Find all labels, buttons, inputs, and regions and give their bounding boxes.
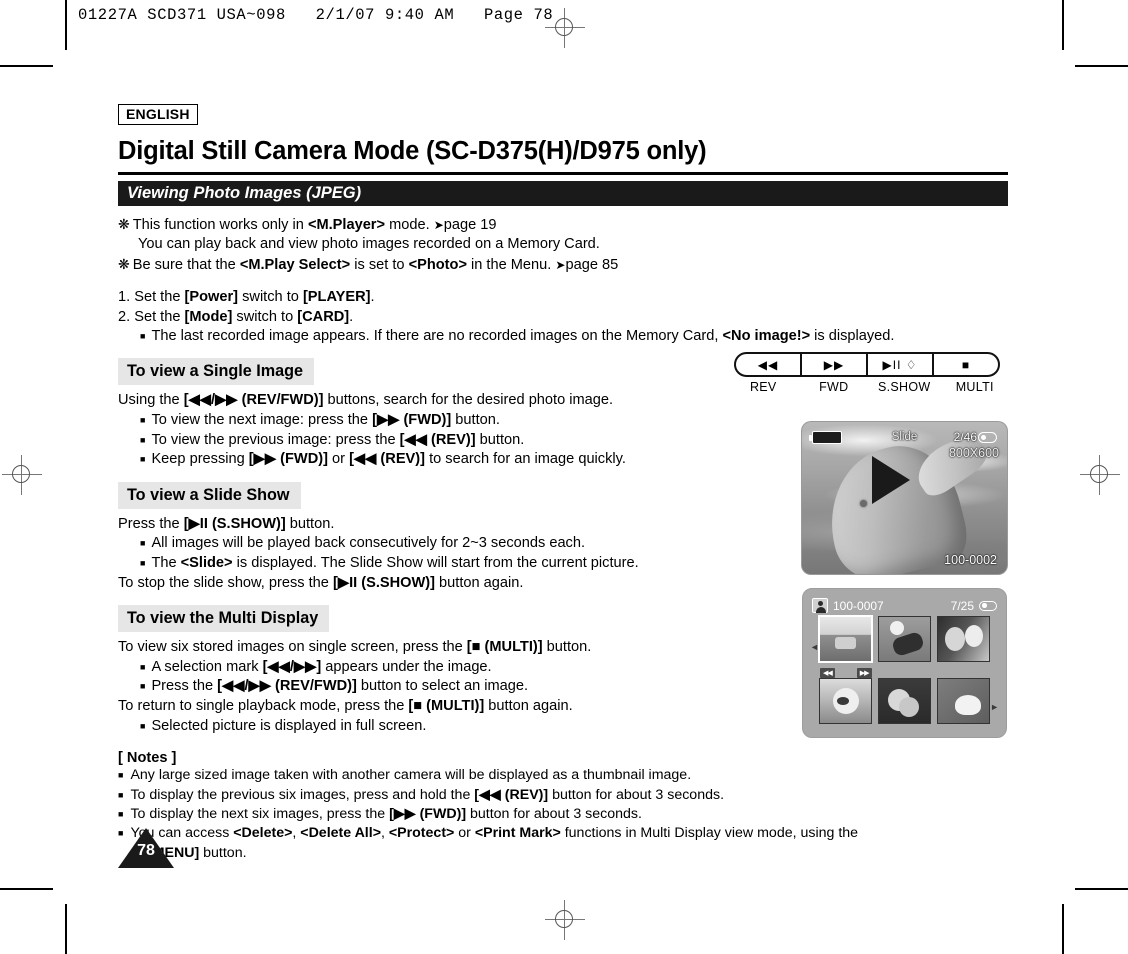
section-heading-single-image: To view a Single Image <box>118 358 315 386</box>
note-4: ■ You can access <Delete>, <Delete All>, … <box>118 825 859 842</box>
square-bullet-icon: ■ <box>140 558 146 568</box>
thumbnail-dog[interactable] <box>819 678 872 724</box>
multi-header-left: 100-0007 <box>812 598 884 613</box>
multi-display-stage: ◄ ► ◀◀ ▶▶ <box>809 615 1000 724</box>
intro-line-2: You can play back and view photo images … <box>138 236 600 253</box>
step-2-bullet: ■ The last recorded image appears. If the… <box>140 328 895 345</box>
button-strip-shell: ◀◀ ▶▶ ▶II ♢ ■ <box>734 352 1000 377</box>
thumbnail-lotus-flower[interactable] <box>937 678 990 724</box>
registration-mark-right <box>1080 455 1120 495</box>
crop-mark-bottom-right-vertical <box>1062 904 1064 954</box>
rev-button[interactable]: ◀◀ <box>736 354 802 375</box>
square-bullet-icon: ■ <box>118 789 124 800</box>
crop-mark-top-right-vertical <box>1062 0 1064 50</box>
section-heading-slide-show: To view a Slide Show <box>118 481 301 509</box>
clover-icon: ❋ <box>118 216 130 232</box>
clover-icon-2: ❋ <box>118 255 130 272</box>
square-bullet-icon: ■ <box>140 415 146 426</box>
multi-header-right: 7/25 <box>951 599 997 613</box>
square-bullet-icon: ■ <box>118 808 124 819</box>
language-badge: ENGLISH <box>118 104 198 125</box>
thumbnail-soccer[interactable] <box>878 616 931 662</box>
multi-display-header: 100-0007 7/25 <box>809 595 1000 616</box>
note-2: ■ To display the previous six images, pre… <box>118 786 725 803</box>
button-strip-labels: REV FWD S.SHOW MULTI <box>728 380 1010 394</box>
sshow-button[interactable]: ▶II ♢ <box>868 354 934 375</box>
image-resolution-label: 800X600 <box>948 446 999 460</box>
page-number-value: 78 <box>137 842 155 859</box>
thumbnail-mother-and-child[interactable] <box>937 616 990 662</box>
registration-mark-bottom <box>545 900 585 940</box>
square-bullet-icon: ■ <box>118 770 124 781</box>
thumbnail-cosmos-flowers[interactable] <box>878 678 931 724</box>
multi-image-counter: 7/25 <box>950 598 974 613</box>
registration-mark-left <box>2 455 42 495</box>
image-file-name: 100-0002 <box>944 553 997 567</box>
multi-button-label: MULTI <box>955 380 994 394</box>
memory-card-icon <box>979 600 997 611</box>
multi-file-name: 100-0007 <box>833 598 884 613</box>
crop-mark-top-right-horizontal <box>1075 65 1128 67</box>
lcd-single-image-preview: Slide 2/46 800X600 100-0002 <box>802 422 1007 574</box>
fwd-button[interactable]: ▶▶ <box>802 354 868 375</box>
intro-block: ❋ This function works only in <M.Player> … <box>118 215 1008 346</box>
note-1: ■ Any large sized image taken with anothe… <box>118 767 692 784</box>
fwd-button-label: FWD <box>819 380 849 394</box>
step-2: 2. Set the [Mode] switch to [CARD]. <box>118 308 354 325</box>
square-bullet-icon: ■ <box>140 681 146 692</box>
intro-line-3: ❋ Be sure that the <M.Play Select> is set… <box>118 255 619 273</box>
square-bullet-icon: ■ <box>140 434 146 445</box>
selection-mark-fwd[interactable]: ▶▶ <box>856 668 872 678</box>
crop-mark-bottom-right-horizontal <box>1075 888 1128 890</box>
previous-page-arrow-icon[interactable]: ◄ <box>810 642 819 652</box>
crop-mark-bottom-left-horizontal <box>0 888 53 890</box>
rev-button-label: REV <box>749 380 777 394</box>
crop-mark-top-left-horizontal <box>0 65 53 67</box>
notes-list: ■ Any large sized image taken with anothe… <box>118 766 1008 863</box>
square-bullet-icon: ■ <box>140 331 146 342</box>
square-bullet-icon: ■ <box>140 661 146 672</box>
square-bullet-icon: ■ <box>140 538 146 549</box>
page-title: Digital Still Camera Mode (SC-D375(H)/D9… <box>118 137 707 165</box>
slide-show-play-indicator-icon <box>872 456 910 504</box>
note-3: ■ To display the next six images, press t… <box>118 805 642 822</box>
image-counter: 2/46 <box>953 430 977 444</box>
photo-mode-icon <box>812 598 828 613</box>
camera-button-panel-illustration: ◀◀ ▶▶ ▶II ♢ ■ REV FWD S.SHOW MULTI <box>728 352 1010 414</box>
selection-mark-rev[interactable]: ◀◀ <box>820 668 835 678</box>
thumbnail-grid-row-1 <box>818 615 990 663</box>
memory-card-icon <box>978 432 997 443</box>
dolphin-eye-shape <box>860 500 867 507</box>
thumbnail-grid-row-2 <box>819 678 990 724</box>
thumbnail-landscape[interactable] <box>818 615 873 663</box>
notes-title: [ Notes ] <box>118 750 177 767</box>
page-number-badge: 78 <box>118 828 174 868</box>
selection-mark-group: ◀◀ ▶▶ <box>820 668 872 678</box>
sshow-button-label: S.SHOW <box>878 380 931 394</box>
lcd-multi-display-preview: 100-0007 7/25 ◄ ► ◀◀ ▶▶ <box>802 588 1007 738</box>
intro-line-1: ❋ This function works only in <M.Player> … <box>118 216 497 233</box>
next-page-arrow-icon[interactable]: ► <box>990 702 999 712</box>
crop-mark-top-left-vertical <box>65 0 67 50</box>
page-ref-arrow-icon: ➤ <box>433 218 444 232</box>
section-bar: Viewing Photo Images (JPEG) <box>118 181 1008 206</box>
note-4-continued: [Q.MENU] button. <box>133 844 247 861</box>
section-heading-multi-display: To view the Multi Display <box>118 605 330 633</box>
crop-mark-bottom-left-vertical <box>65 904 67 954</box>
square-bullet-icon: ■ <box>140 720 146 731</box>
square-bullet-icon: ■ <box>140 454 146 465</box>
page-ref-arrow-icon-2: ➤ <box>555 257 566 272</box>
print-run-header: 01227A SCD371 USA~098 2/1/07 9:40 AM Pag… <box>78 6 554 24</box>
multi-button[interactable]: ■ <box>934 354 998 375</box>
step-1: 1. Set the [Power] switch to [PLAYER]. <box>118 289 375 306</box>
title-rule <box>118 172 1008 175</box>
